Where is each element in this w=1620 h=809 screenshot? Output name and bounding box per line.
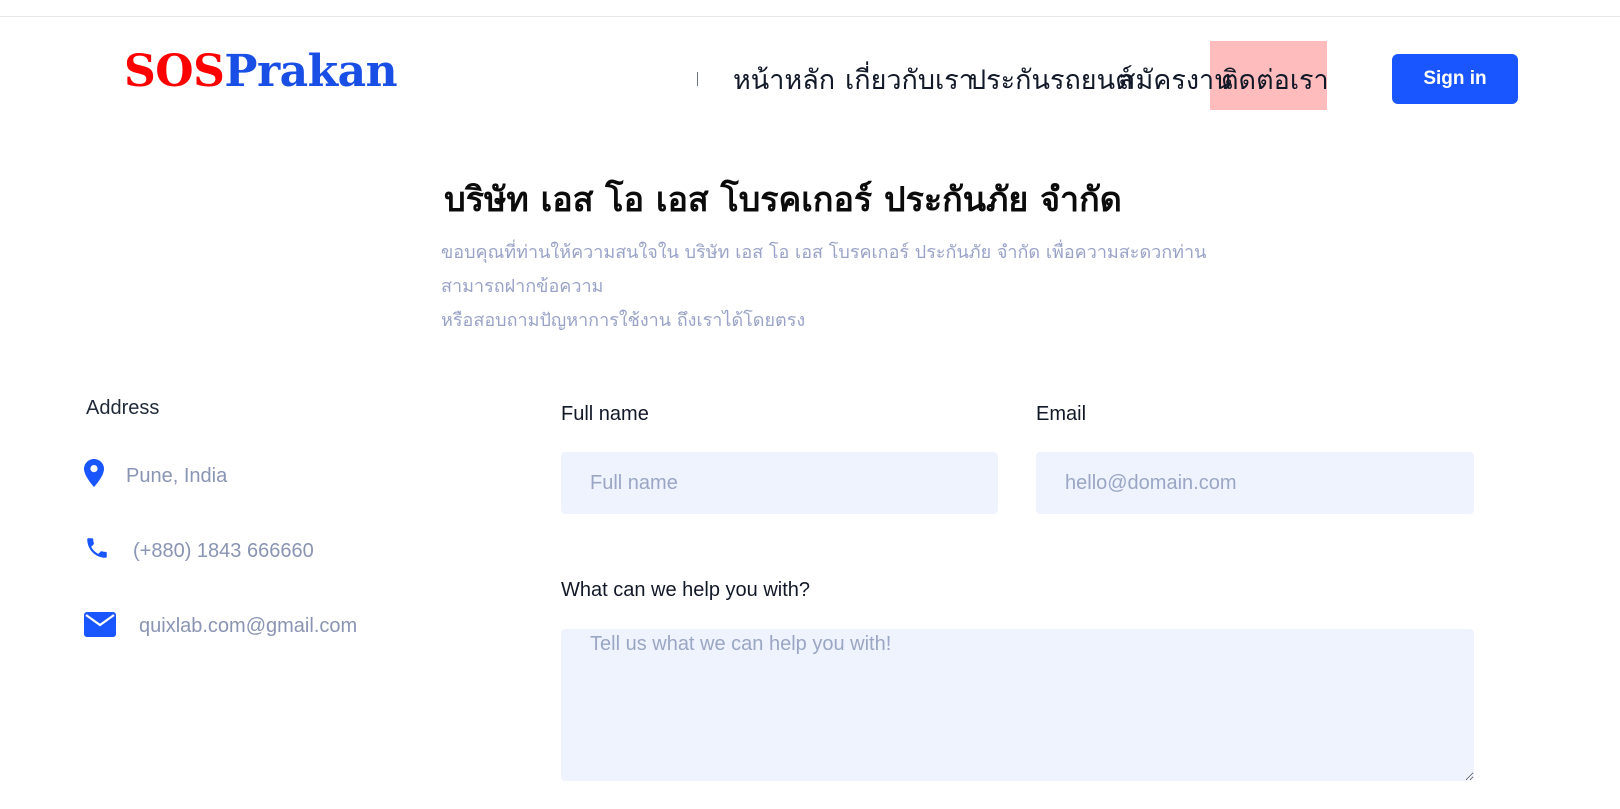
email-input[interactable] <box>1036 452 1474 514</box>
page-subtitle: ขอบคุณที่ท่านให้ความสนใจใน บริษัท เอส โอ… <box>441 236 1241 338</box>
envelope-icon <box>84 612 116 641</box>
message-textarea[interactable] <box>561 629 1474 781</box>
phone-text: (+880) 1843 666660 <box>133 540 314 562</box>
brand-logo-part-2: Prakan <box>224 46 398 97</box>
email-text: quixlab.com@gmail.com <box>139 615 358 637</box>
sign-in-button[interactable]: Sign in <box>1392 54 1518 104</box>
phone-icon <box>84 535 110 565</box>
subtitle-line-1: ขอบคุณที่ท่านให้ความสนใจใน บริษัท เอส โอ… <box>441 242 1207 297</box>
email-label: Email <box>1036 403 1087 425</box>
nav-item-home[interactable]: หน้าหลัก <box>733 56 835 106</box>
nav-item-about[interactable]: เกี่ยวกับเรา <box>845 56 974 106</box>
page-title: บริษัท เอส โอ เอส โบรคเกอร์ ประกันภัย จำ… <box>444 180 1122 220</box>
full-name-label: Full name <box>561 403 649 425</box>
message-label: What can we help you with? <box>561 579 811 601</box>
address-label: Address <box>86 397 160 419</box>
nav-item-careers[interactable]: สมัครงาน <box>1119 56 1233 106</box>
brand-logo-part-1: SOS <box>124 46 225 97</box>
map-pin-icon <box>84 459 104 491</box>
full-name-input[interactable] <box>561 452 998 514</box>
nav-item-contact[interactable]: ติดต่อเรา <box>1221 56 1329 106</box>
top-divider <box>0 16 1620 17</box>
nav-item-car-insurance[interactable]: ประกันรถยนต์ <box>969 56 1133 106</box>
brand-logo[interactable]: SOSPrakan <box>124 44 398 100</box>
address-text: Pune, India <box>126 465 228 487</box>
subtitle-line-2: หรือสอบถามปัญหาการใช้งาน ถึงเราได้โดยตรง <box>441 310 806 331</box>
nav-separator <box>697 72 698 86</box>
